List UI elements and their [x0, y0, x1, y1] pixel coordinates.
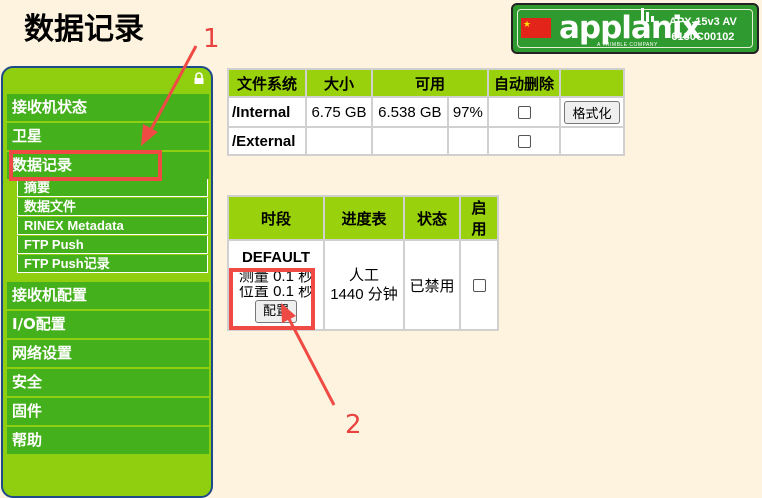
- brand-mark-icon: [641, 8, 663, 22]
- fs-header-filesystem: 文件系统: [227, 68, 307, 98]
- sidebar-item-satellites[interactable]: 卫星: [7, 123, 209, 150]
- sidebar-subitem-ftp-push[interactable]: FTP Push: [17, 236, 208, 254]
- fs-name: /External: [227, 126, 307, 156]
- table-row: /External: [227, 126, 625, 156]
- sidebar-subitem-ftp-push-log[interactable]: FTP Push记录: [17, 255, 208, 273]
- auto-delete-checkbox-external[interactable]: [517, 135, 531, 149]
- fs-header-action: [559, 68, 625, 98]
- annotation-label-1: 1: [203, 24, 220, 54]
- sidebar-item-network[interactable]: 网络设置: [7, 340, 209, 367]
- brand-logo: ★ applanix A TRIMBLE COMPANY APX-15v3 AV…: [511, 3, 759, 54]
- highlight-box-config-button: [229, 268, 315, 330]
- fs-header-available: 可用: [371, 68, 489, 98]
- fs-available: [371, 126, 449, 156]
- device-serial: 6130C00102: [671, 31, 735, 43]
- auto-delete-checkbox-internal[interactable]: [517, 106, 531, 120]
- fs-header-auto-delete: 自动删除: [487, 68, 561, 98]
- annotation-label-2: 2: [345, 410, 362, 440]
- format-button[interactable]: 格式化: [564, 100, 620, 124]
- highlight-box-data-logging: [9, 150, 162, 181]
- fs-percent: [446, 126, 490, 156]
- sidebar-item-firmware[interactable]: 固件: [7, 398, 209, 425]
- session-header-schedule: 进度表: [323, 195, 405, 241]
- sidebar-item-help[interactable]: 帮助: [7, 427, 209, 454]
- session-enable-checkbox[interactable]: [472, 279, 486, 293]
- fs-percent: 97%: [446, 96, 490, 128]
- schedule-mode: 人工: [348, 267, 379, 284]
- filesystem-table: 文件系统 大小 可用 自动删除 /Internal 6.75 GB 6.538 …: [227, 68, 625, 156]
- sidebar-item-receiver-status[interactable]: 接收机状态: [7, 94, 209, 121]
- sidebar-item-security[interactable]: 安全: [7, 369, 209, 396]
- sidebar-subitem-rinex-metadata[interactable]: RINEX Metadata: [17, 217, 208, 235]
- session-header-enabled: 启用: [459, 195, 499, 241]
- table-row: /Internal 6.75 GB 6.538 GB 97% 格式化: [227, 96, 625, 128]
- session-header-status: 状态: [403, 195, 461, 241]
- session-status: 已禁用: [403, 239, 461, 331]
- schedule-duration: 1440 分钟: [330, 286, 398, 303]
- fs-size: 6.75 GB: [305, 96, 373, 128]
- fs-size: [305, 126, 373, 156]
- session-name: DEFAULT: [241, 248, 311, 266]
- page-title: 数据记录: [24, 12, 144, 47]
- sidebar-item-receiver-config[interactable]: 接收机配置: [7, 282, 209, 309]
- fs-name: /Internal: [227, 96, 307, 128]
- sidebar-subitem-summary[interactable]: 摘要: [17, 179, 208, 197]
- fs-available: 6.538 GB: [371, 96, 449, 128]
- device-model: APX-15v3 AV: [669, 16, 737, 28]
- sidebar-item-io-config[interactable]: I/O配置: [7, 311, 209, 338]
- china-flag-icon: ★: [521, 18, 551, 38]
- lock-icon[interactable]: [193, 72, 205, 84]
- fs-header-size: 大小: [305, 68, 373, 98]
- sidebar: 接收机状态 卫星 数据记录 摘要 数据文件 RINEX Metadata FTP…: [1, 66, 213, 498]
- session-header-session: 时段: [227, 195, 325, 241]
- brand-subtitle: A TRIMBLE COMPANY: [597, 42, 658, 48]
- sidebar-subitem-data-files[interactable]: 数据文件: [17, 198, 208, 216]
